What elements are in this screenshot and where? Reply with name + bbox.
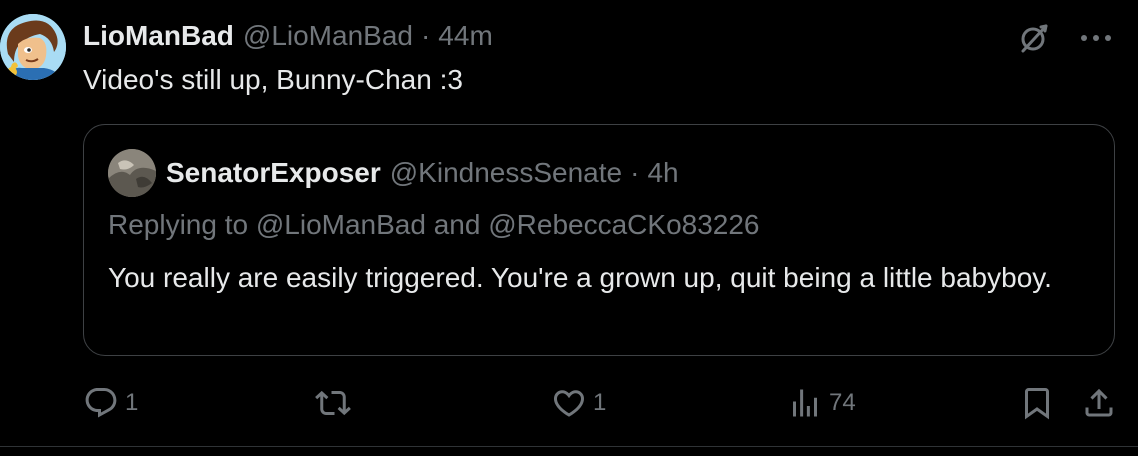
share-button[interactable] [1081,383,1117,423]
views-count: 74 [829,389,856,416]
replying-user-link[interactable]: @RebeccaCKo83226 [488,209,759,240]
top-icons [1014,18,1116,58]
timestamp[interactable]: 44m [438,18,492,54]
tweet-text: Video's still up, Bunny-Chan :3 [83,64,463,95]
retweet-icon [315,390,351,416]
bookmark-icon [1025,388,1049,420]
quoted-handle[interactable]: @KindnessSenate [390,155,622,191]
replying-and: and [425,209,489,240]
separator-dot: · [420,20,431,51]
post-header: LioManBad @LioManBad · 44m [83,18,493,54]
like-button[interactable]: 1 [551,383,606,423]
quoted-text: You really are easily triggered. You're … [108,262,1052,293]
quoted-header: SenatorExposer @KindnessSenate · 4h [166,155,679,191]
quoted-display-name[interactable]: SenatorExposer [166,155,381,191]
more-icon[interactable] [1076,18,1116,58]
cartoon-avatar-icon [0,14,66,80]
quoted-avatar[interactable] [108,149,156,197]
display-name[interactable]: LioManBad [83,18,234,54]
reply-count: 1 [125,389,139,416]
photo-avatar-icon [108,149,156,197]
views-chart-icon [793,389,817,417]
bookmark-button[interactable] [1019,383,1055,423]
tweet[interactable]: LioManBad @LioManBad · 44m Video's still… [0,0,1138,447]
quoted-timestamp[interactable]: 4h [647,155,678,191]
avatar[interactable] [0,14,66,80]
reply-icon [85,388,117,418]
grok-icon[interactable] [1014,18,1054,58]
retweet-button[interactable] [315,383,357,423]
heart-icon [553,390,585,417]
share-icon [1085,388,1113,417]
replying-user-link[interactable]: @LioManBad [256,209,426,240]
replying-to: Replying to @LioManBad and @RebeccaCKo83… [108,207,760,243]
like-count: 1 [593,389,607,416]
reply-button[interactable]: 1 [83,383,138,423]
replying-prefix: Replying to [108,209,256,240]
separator-dot: · [630,157,640,188]
action-bar: 1 1 74 [83,383,1123,423]
divider [0,446,1138,447]
quoted-tweet[interactable]: SenatorExposer @KindnessSenate · 4h Repl… [83,124,1115,356]
user-handle[interactable]: @LioManBad [243,18,413,54]
views-button[interactable]: 74 [787,383,856,423]
